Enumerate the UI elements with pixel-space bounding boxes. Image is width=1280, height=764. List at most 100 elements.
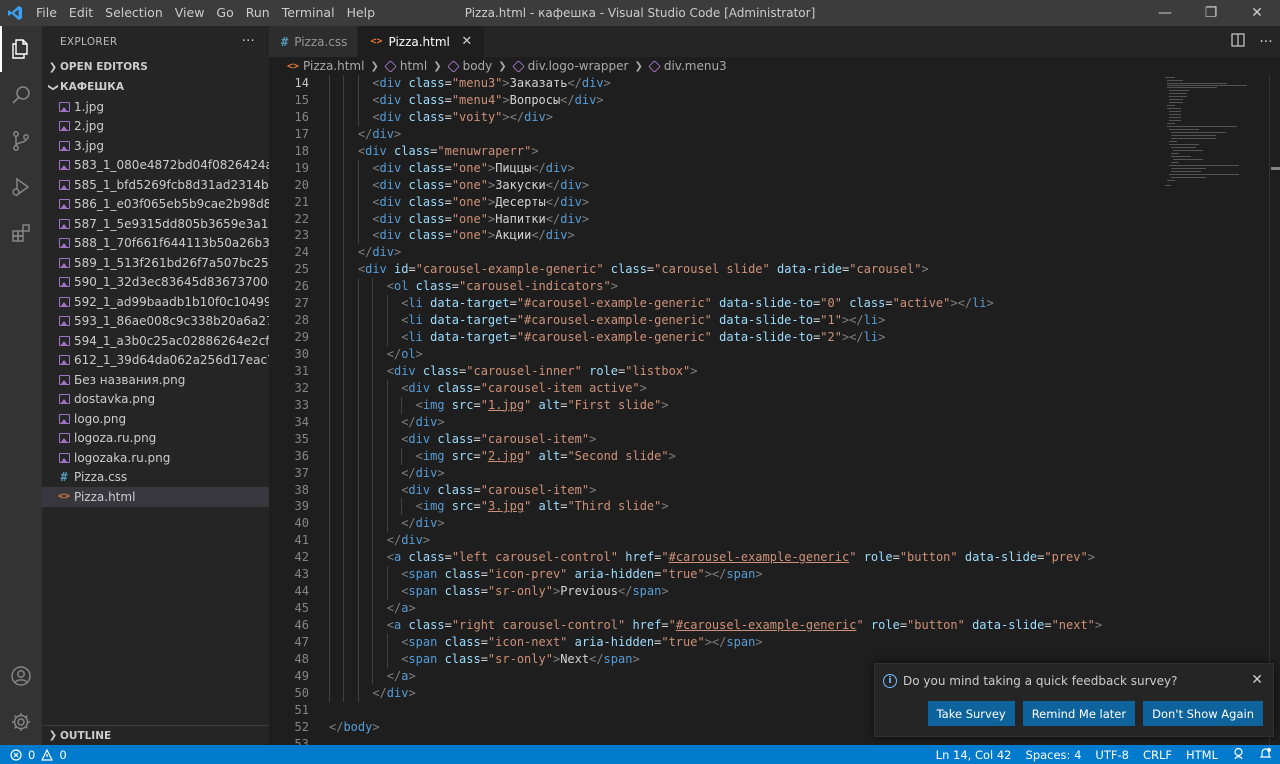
- code-line[interactable]: <span class="icon-next" aria-hidden="tru…: [329, 633, 1161, 651]
- code-line[interactable]: <div class="one">Напитки</div>: [329, 210, 1161, 228]
- file-item[interactable]: 585_1_bfd5269fcb8d31ad2314b665e...: [42, 175, 269, 195]
- code-line[interactable]: </div>: [329, 244, 1161, 262]
- settings-gear-icon[interactable]: [0, 699, 42, 745]
- split-editor-icon[interactable]: [1224, 32, 1252, 51]
- code-line[interactable]: <div class="one">Закуски</div>: [329, 176, 1161, 194]
- code-line[interactable]: <img src="3.jpg" alt="Third slide">: [329, 498, 1161, 516]
- explorer-icon[interactable]: [0, 26, 42, 72]
- more-actions-icon[interactable]: ···: [242, 34, 255, 49]
- close-notification-icon[interactable]: ✕: [1251, 672, 1263, 688]
- code-line[interactable]: </div>: [329, 125, 1161, 143]
- file-item[interactable]: logo.png: [42, 409, 269, 429]
- file-item[interactable]: 587_1_5e9315dd805b3659e3a1babb...: [42, 214, 269, 234]
- code-editor[interactable]: 14 15 16 17 18 19 20 21 22 23 24 25 26 27 28 29 30 31 32 33…: [269, 75, 1161, 745]
- account-icon[interactable]: [0, 653, 42, 699]
- close-tab-icon[interactable]: ✕: [460, 34, 474, 49]
- code-line[interactable]: <span class="icon-prev" aria-hidden="tru…: [329, 566, 1161, 584]
- file-item[interactable]: 1.jpg: [42, 97, 269, 117]
- take-survey-button[interactable]: Take Survey: [927, 701, 1015, 726]
- menu-view[interactable]: View: [169, 0, 211, 26]
- code-line[interactable]: <div class="menu3">Заказать</div>: [329, 75, 1161, 92]
- menu-help[interactable]: Help: [341, 0, 382, 26]
- code-line[interactable]: <img src="2.jpg" alt="Second slide">: [329, 447, 1161, 465]
- file-item[interactable]: 592_1_ad99baadb1b10f0c104990d4...: [42, 292, 269, 312]
- open-editors-section[interactable]: ❯ OPEN EDITORS: [42, 57, 269, 77]
- run-debug-icon[interactable]: [0, 164, 42, 210]
- menu-selection[interactable]: Selection: [99, 0, 169, 26]
- code-line[interactable]: <div class="one">Акции</div>: [329, 227, 1161, 245]
- dont-show-again-button[interactable]: Don't Show Again: [1143, 701, 1263, 726]
- code-line[interactable]: <div class="voity"></div>: [329, 108, 1161, 126]
- breadcrumb-item[interactable]: html: [400, 59, 427, 73]
- menu-run[interactable]: Run: [240, 0, 276, 26]
- tab-pizza-html[interactable]: <> Pizza.html ✕: [358, 26, 485, 57]
- more-actions-icon[interactable]: ···: [1252, 34, 1280, 50]
- code-line[interactable]: <div class="carousel-item">: [329, 430, 1161, 448]
- extensions-icon[interactable]: [0, 210, 42, 256]
- minimap[interactable]: [1161, 75, 1269, 745]
- breadcrumb-item[interactable]: div.logo-wrapper: [528, 59, 629, 73]
- file-item[interactable]: 588_1_70f661f644113b50a26b3bd2c...: [42, 234, 269, 254]
- maximize-button[interactable]: ❐: [1188, 0, 1234, 26]
- cursor-position[interactable]: Ln 14, Col 42: [936, 748, 1012, 762]
- language-mode[interactable]: HTML: [1186, 748, 1218, 762]
- search-icon[interactable]: [0, 72, 42, 118]
- code-line[interactable]: </div>: [329, 532, 1161, 550]
- code-line[interactable]: <div class="carousel-inner" role="listbo…: [329, 362, 1161, 380]
- code-line[interactable]: <li data-target="#carousel-example-gener…: [329, 312, 1161, 330]
- file-item[interactable]: 590_1_32d3ec83645d83673700e187...: [42, 273, 269, 293]
- code-line[interactable]: <div class="one">Десерты</div>: [329, 193, 1161, 211]
- file-item[interactable]: <> Pizza.html: [42, 487, 269, 507]
- close-window-button[interactable]: ✕: [1234, 0, 1280, 26]
- file-item[interactable]: 589_1_513f261bd26f7a507bc256f81...: [42, 253, 269, 273]
- remind-me-later-button[interactable]: Remind Me later: [1022, 701, 1136, 726]
- file-item[interactable]: 593_1_86ae008c9c338b20a6a2750fc...: [42, 312, 269, 332]
- menu-file[interactable]: File: [30, 0, 63, 26]
- code-line[interactable]: <div class="menu4">Вопросы</div>: [329, 91, 1161, 109]
- menu-terminal[interactable]: Terminal: [276, 0, 341, 26]
- code-line[interactable]: </div>: [329, 464, 1161, 482]
- breadcrumb-item[interactable]: div.menu3: [664, 59, 727, 73]
- feedback-icon[interactable]: [1232, 747, 1245, 763]
- outline-section[interactable]: ❯ OUTLINE: [42, 725, 269, 745]
- breadcrumb-item[interactable]: Pizza.html: [303, 59, 364, 73]
- file-item[interactable]: 612_1_39d64da062a256d17eac73a2...: [42, 351, 269, 371]
- code-line[interactable]: </div>: [329, 515, 1161, 533]
- indentation[interactable]: Spaces: 4: [1026, 748, 1082, 762]
- code-line[interactable]: <div id="carousel-example-generic" class…: [329, 261, 1161, 279]
- code-line[interactable]: <img src="1.jpg" alt="First slide">: [329, 396, 1161, 414]
- notifications-bell-icon[interactable]: [1259, 747, 1272, 763]
- editor-scrollbar[interactable]: [1269, 75, 1280, 745]
- code-line[interactable]: </div>: [329, 413, 1161, 431]
- code-line[interactable]: </ol>: [329, 346, 1161, 363]
- source-control-icon[interactable]: [0, 118, 42, 164]
- menu-go[interactable]: Go: [210, 0, 239, 26]
- code-line[interactable]: <a class="right carousel-control" href="…: [329, 617, 1161, 634]
- encoding[interactable]: UTF-8: [1095, 748, 1129, 762]
- file-item[interactable]: dostavka.png: [42, 390, 269, 410]
- line-ending[interactable]: CRLF: [1143, 748, 1172, 762]
- code-line[interactable]: </a>: [329, 600, 1161, 617]
- file-item[interactable]: 3.jpg: [42, 136, 269, 156]
- code-line[interactable]: <div class="menuwraperr">: [329, 142, 1161, 160]
- code-lines[interactable]: <div class="menu3">Заказать</div> <div cl…: [329, 75, 1161, 745]
- code-line[interactable]: <span class="sr-only">Previous</span>: [329, 583, 1161, 601]
- file-item[interactable]: # Pizza.css: [42, 468, 269, 488]
- file-item[interactable]: 586_1_e03f065eb5b9cae2b98d85513...: [42, 195, 269, 215]
- code-line[interactable]: <div class="carousel-item active">: [329, 379, 1161, 397]
- file-item[interactable]: 594_1_a3b0c25ac02886264e2cff6067...: [42, 331, 269, 351]
- problems-indicator[interactable]: 0 0: [0, 748, 67, 762]
- vscode-logo-icon[interactable]: [0, 0, 30, 26]
- file-item[interactable]: 2.jpg: [42, 117, 269, 137]
- breadcrumb-item[interactable]: body: [463, 59, 493, 73]
- file-item[interactable]: Без названия.png: [42, 370, 269, 390]
- code-line[interactable]: <ol class="carousel-indicators">: [329, 278, 1161, 296]
- code-line[interactable]: <div class="carousel-item">: [329, 481, 1161, 499]
- code-line[interactable]: <li data-target="#carousel-example-gener…: [329, 329, 1161, 346]
- code-line[interactable]: <div class="one">Пиццы</div>: [329, 159, 1161, 177]
- file-item[interactable]: 583_1_080e4872bd04f0826424a8ada...: [42, 156, 269, 176]
- minimize-button[interactable]: —: [1142, 0, 1188, 26]
- tab-pizza-css[interactable]: # Pizza.css: [269, 26, 359, 57]
- file-item[interactable]: logoza.ru.png: [42, 429, 269, 449]
- code-line[interactable]: <li data-target="#carousel-example-gener…: [329, 295, 1161, 313]
